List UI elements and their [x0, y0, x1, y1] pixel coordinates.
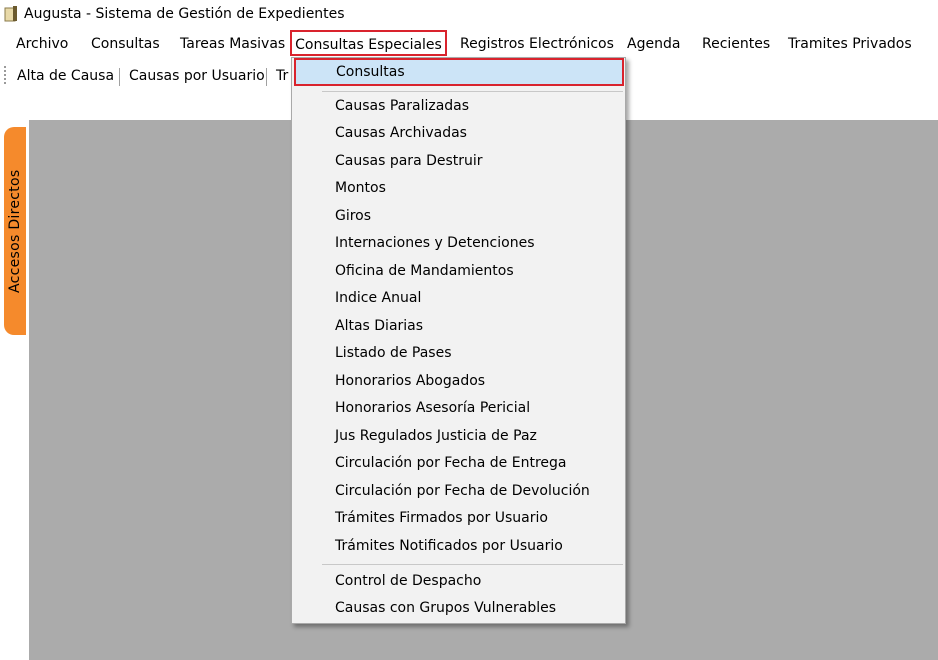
dropdown-item-circulacion-entrega[interactable]: Circulación por Fecha de Entrega [292, 450, 625, 477]
toolbar-truncated-button[interactable]: Tr [276, 68, 288, 84]
dropdown-item-tramites-firmados[interactable]: Trámites Firmados por Usuario [292, 505, 625, 532]
dropdown-item-label: Montos [335, 180, 386, 196]
dropdown-item-honorarios-asesoria[interactable]: Honorarios Asesoría Pericial [292, 395, 625, 422]
menu-tareas-masivas[interactable]: Tareas Masivas [180, 36, 285, 52]
dropdown-item-label: Indice Anual [335, 290, 422, 306]
menu-tramites-privados[interactable]: Tramites Privados [788, 36, 912, 52]
dropdown-item-label: Honorarios Abogados [335, 373, 486, 389]
causas-por-usuario-button[interactable]: Causas por Usuario [129, 68, 265, 84]
dropdown-item-label: Trámites Firmados por Usuario [335, 510, 548, 526]
dropdown-item-grupos-vulnerables[interactable]: Causas con Grupos Vulnerables [292, 595, 625, 622]
dropdown-item-label: Causas Paralizadas [335, 98, 470, 114]
consultas-especiales-dropdown: Consultas Causas Paralizadas Causas Arch… [291, 57, 626, 624]
accesos-directos-label: Accesos Directos [7, 169, 23, 293]
dropdown-item-label: Circulación por Fecha de Entrega [335, 455, 567, 471]
dropdown-item-circulacion-devolucion[interactable]: Circulación por Fecha de Devolución [292, 478, 625, 505]
dropdown-item-label: Causas para Destruir [335, 153, 483, 169]
dropdown-separator [322, 91, 623, 92]
alta-de-causa-button[interactable]: Alta de Causa [17, 68, 114, 84]
menu-recientes[interactable]: Recientes [702, 36, 770, 52]
dropdown-item-listado-pases[interactable]: Listado de Pases [292, 340, 625, 367]
dropdown-item-causas-archivadas[interactable]: Causas Archivadas [292, 120, 625, 147]
dropdown-item-label: Control de Despacho [335, 573, 482, 589]
dropdown-item-giros[interactable]: Giros [292, 203, 625, 230]
menu-agenda[interactable]: Agenda [627, 36, 680, 52]
dropdown-item-altas-diarias[interactable]: Altas Diarias [292, 313, 625, 340]
dropdown-item-label: Altas Diarias [335, 318, 424, 334]
dropdown-item-montos[interactable]: Montos [292, 175, 625, 202]
dropdown-item-internaciones[interactable]: Internaciones y Detenciones [292, 230, 625, 257]
toolbar-grip[interactable] [4, 66, 6, 84]
dropdown-item-causas-paralizadas[interactable]: Causas Paralizadas [292, 93, 625, 120]
dropdown-separator [322, 564, 623, 565]
dropdown-item-label: Jus Regulados Justicia de Paz [335, 428, 537, 444]
toolbar-separator [119, 68, 120, 86]
dropdown-item-label: Oficina de Mandamientos [335, 263, 514, 279]
toolbar-separator [266, 68, 267, 86]
dropdown-item-label: Listado de Pases [335, 345, 452, 361]
dropdown-item-label: Causas con Grupos Vulnerables [335, 600, 556, 616]
dropdown-item-label: Giros [335, 208, 372, 224]
dropdown-item-jus-regulados[interactable]: Jus Regulados Justicia de Paz [292, 423, 625, 450]
menu-archivo[interactable]: Archivo [16, 36, 68, 52]
dropdown-item-honorarios-abogados[interactable]: Honorarios Abogados [292, 368, 625, 395]
menu-bar: Archivo Consultas Tareas Masivas Consult… [0, 30, 938, 58]
title-bar: Augusta - Sistema de Gestión de Expedien… [0, 0, 938, 30]
dropdown-item-label: Consultas [336, 64, 405, 80]
dropdown-item-indice-anual[interactable]: Indice Anual [292, 285, 625, 312]
dropdown-item-label: Internaciones y Detenciones [335, 235, 535, 251]
dropdown-item-oficina-mandamientos[interactable]: Oficina de Mandamientos [292, 258, 625, 285]
dropdown-item-label: Causas Archivadas [335, 125, 467, 141]
menu-registros-electronicos[interactable]: Registros Electrónicos [460, 36, 614, 52]
dropdown-item-label: Circulación por Fecha de Devolución [335, 483, 590, 499]
dropdown-item-consultas[interactable]: Consultas [294, 58, 624, 86]
dropdown-item-causas-para-destruir[interactable]: Causas para Destruir [292, 148, 625, 175]
menu-consultas-especiales[interactable]: Consultas Especiales [290, 30, 447, 56]
menu-consultas[interactable]: Consultas [91, 36, 160, 52]
dropdown-item-tramites-notificados[interactable]: Trámites Notificados por Usuario [292, 533, 625, 560]
app-icon [4, 6, 17, 22]
dropdown-item-label: Honorarios Asesoría Pericial [335, 400, 531, 416]
dropdown-item-label: Trámites Notificados por Usuario [335, 538, 563, 554]
window-title: Augusta - Sistema de Gestión de Expedien… [24, 6, 345, 22]
dropdown-item-control-despacho[interactable]: Control de Despacho [292, 568, 625, 595]
